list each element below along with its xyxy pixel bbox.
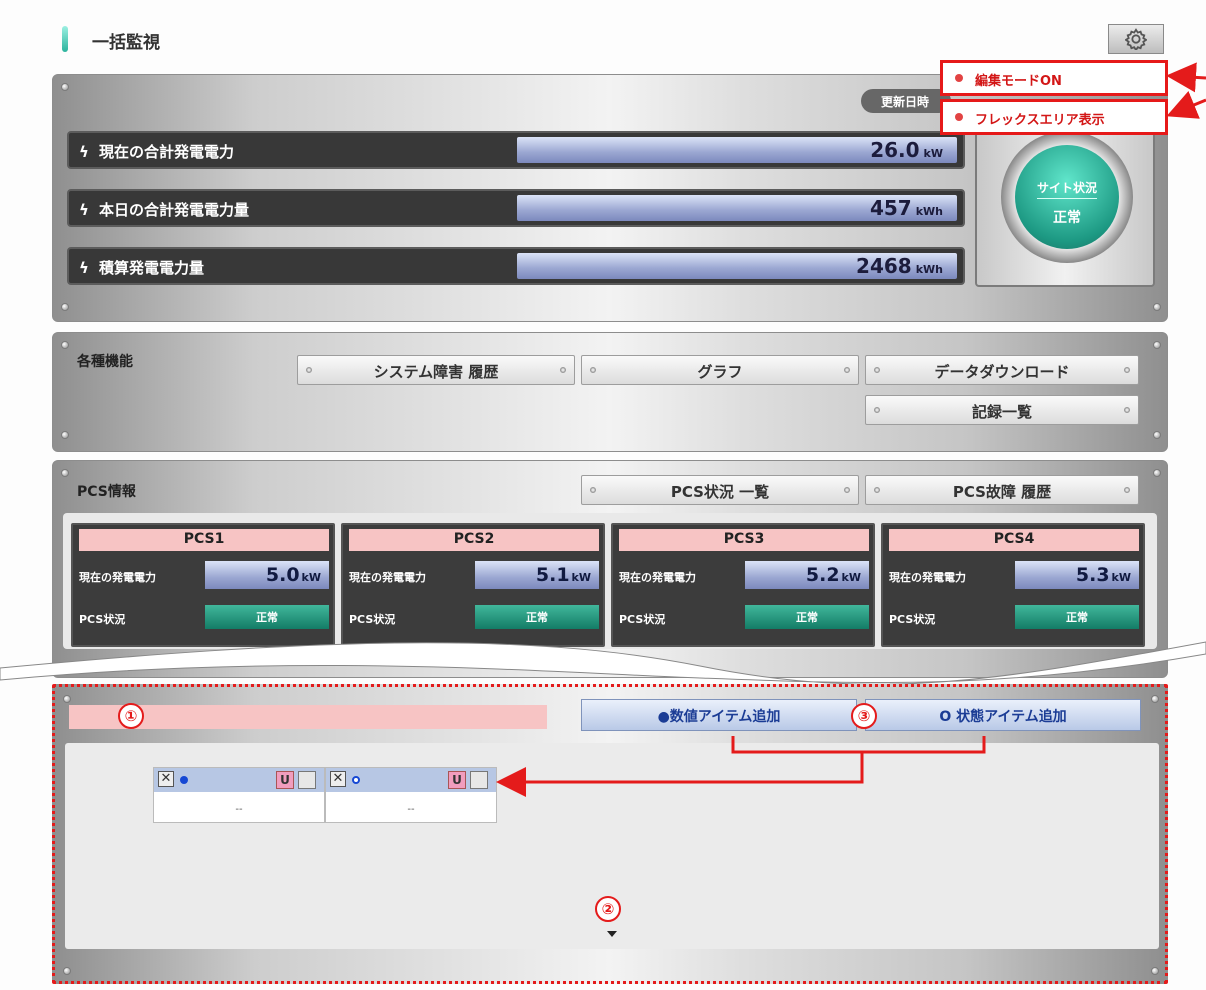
numeric-item-panel[interactable]: ✕ U -- [153, 767, 325, 823]
metric-label: 本日の合計発電電力量 [99, 201, 250, 219]
pcs-name: PCS2 [349, 529, 599, 551]
metric-value-box: 457 kWh [517, 195, 957, 221]
lightning-icon: ϟ [79, 143, 89, 161]
close-icon[interactable]: ✕ [330, 771, 346, 787]
annotation-badge-1: ① [118, 703, 144, 729]
button-label: グラフ [697, 363, 743, 381]
numeric-dot-icon [180, 776, 188, 784]
metric-unit: kWh [915, 263, 943, 276]
pcs-fault-history-button[interactable]: PCS故障 履歴 [865, 475, 1139, 505]
screw [61, 431, 69, 439]
screw [1153, 431, 1161, 439]
record-list-button[interactable]: 記録一覧 [865, 395, 1139, 425]
screw [63, 695, 71, 703]
screw [1153, 303, 1161, 311]
metric-current-power: ϟ 現在の合計発電電力 26.0 kW [67, 131, 965, 169]
state-item-panel[interactable]: ✕ U -- [325, 767, 497, 823]
metric-unit: kW [923, 147, 943, 160]
page-title: 一括監視 [92, 33, 160, 53]
screw [61, 469, 69, 477]
metric-label: 積算発電電力量 [99, 259, 205, 277]
button-label: 記録一覧 [971, 403, 1032, 421]
state-ring-icon [352, 776, 360, 784]
screw [1153, 469, 1161, 477]
close-icon[interactable]: ✕ [158, 771, 174, 787]
page: 一括監視 更新日時 ϟ 現在の合計発電電力 26.0 kW ϟ 本日の合計発電電力量 … [0, 0, 1206, 990]
lightning-icon: ϟ [79, 259, 89, 277]
page-break-wave [0, 641, 1206, 685]
pcs-power-label: 現在の発電電力 [349, 571, 426, 584]
annotation-badge-2: ② [595, 896, 621, 922]
pcs-name: PCS4 [889, 529, 1139, 551]
screw [61, 341, 69, 349]
pcs-power-label: 現在の発電電力 [79, 571, 156, 584]
menu-item-flex-area[interactable]: フレックスエリア表示 [940, 99, 1168, 135]
menu-item-edit-mode[interactable]: 編集モードON [940, 60, 1168, 96]
expand-arrow-icon[interactable] [607, 931, 617, 937]
button-label: PCS状況 一覧 [670, 483, 770, 501]
pcs-status-list-button[interactable]: PCS状況 一覧 [581, 475, 859, 505]
menu-item-label: フレックスエリア表示 [975, 113, 1105, 128]
screw [61, 303, 69, 311]
pcs-power-value: 5.3 kW [1015, 561, 1139, 589]
pcs-power-value: 5.2 kW [745, 561, 869, 589]
menu-item-label: 編集モードON [975, 74, 1062, 89]
lightning-icon: ϟ [79, 201, 89, 219]
gear-icon[interactable] [298, 771, 316, 789]
metric-unit: kWh [915, 205, 943, 218]
metric-value: 26.0 [870, 138, 920, 162]
pcs-name: PCS1 [79, 529, 329, 551]
item-value: -- [235, 804, 243, 815]
settings-button[interactable] [1108, 24, 1164, 54]
header: 一括監視 [50, 22, 1180, 62]
add-state-item-button[interactable]: O 状態アイテム追加 [865, 699, 1141, 731]
screw [1151, 967, 1159, 975]
functions-panel: 各種機能 システム障害 履歴 グラフ データダウンロード 記録一覧 [52, 332, 1168, 452]
data-download-button[interactable]: データダウンロード [865, 355, 1139, 385]
graph-button[interactable]: グラフ [581, 355, 859, 385]
title-accent [62, 26, 68, 52]
pcs-power-value: 5.1 kW [475, 561, 599, 589]
site-status-value: 正常 [1053, 210, 1081, 226]
pcs-power-label: 現在の発電電力 [619, 571, 696, 584]
pcs-power-label: 現在の発電電力 [889, 571, 966, 584]
site-status-title: サイト状況 [1036, 181, 1097, 195]
metric-today-energy: ϟ 本日の合計発電電力量 457 kWh [67, 189, 965, 227]
metric-value-box: 26.0 kW [517, 137, 957, 163]
add-numeric-item-button[interactable]: ●数値アイテム追加 [581, 699, 857, 731]
unit-icon[interactable]: U [276, 771, 294, 789]
pcs-power-value: 5.0 kW [205, 561, 329, 589]
metric-value: 2468 [856, 254, 912, 278]
site-status-frame: サイト状況 正常 [975, 127, 1155, 287]
functions-label: 各種機能 [77, 354, 133, 370]
metric-value: 457 [869, 196, 912, 220]
unit-icon[interactable]: U [448, 771, 466, 789]
gear-icon [1125, 28, 1147, 50]
metric-value-box: 2468 kWh [517, 253, 957, 279]
metric-label: 現在の合計発電電力 [99, 143, 235, 161]
item-value: -- [407, 804, 415, 815]
pcs-info-label: PCS情報 [77, 484, 136, 500]
flex-area-panel: ●数値アイテム追加 O 状態アイテム追加 ✕ U -- ✕ U -- [52, 684, 1168, 984]
system-fault-history-button[interactable]: システム障害 履歴 [297, 355, 575, 385]
screw [63, 967, 71, 975]
screw [61, 83, 69, 91]
annotation-badge-3: ③ [851, 703, 877, 729]
site-status-indicator[interactable]: サイト状況 正常 [1015, 145, 1119, 249]
button-label: システム障害 履歴 [373, 363, 499, 381]
screw [1151, 695, 1159, 703]
pcs-name: PCS3 [619, 529, 869, 551]
gear-icon[interactable] [470, 771, 488, 789]
screw [1153, 341, 1161, 349]
bullet-icon [955, 74, 963, 82]
button-label: PCS故障 履歴 [952, 483, 1052, 501]
button-label: データダウンロード [934, 363, 1070, 381]
update-time-label: 更新日時 [861, 89, 951, 113]
bullet-icon [955, 113, 963, 121]
metric-total-energy: ϟ 積算発電電力量 2468 kWh [67, 247, 965, 285]
